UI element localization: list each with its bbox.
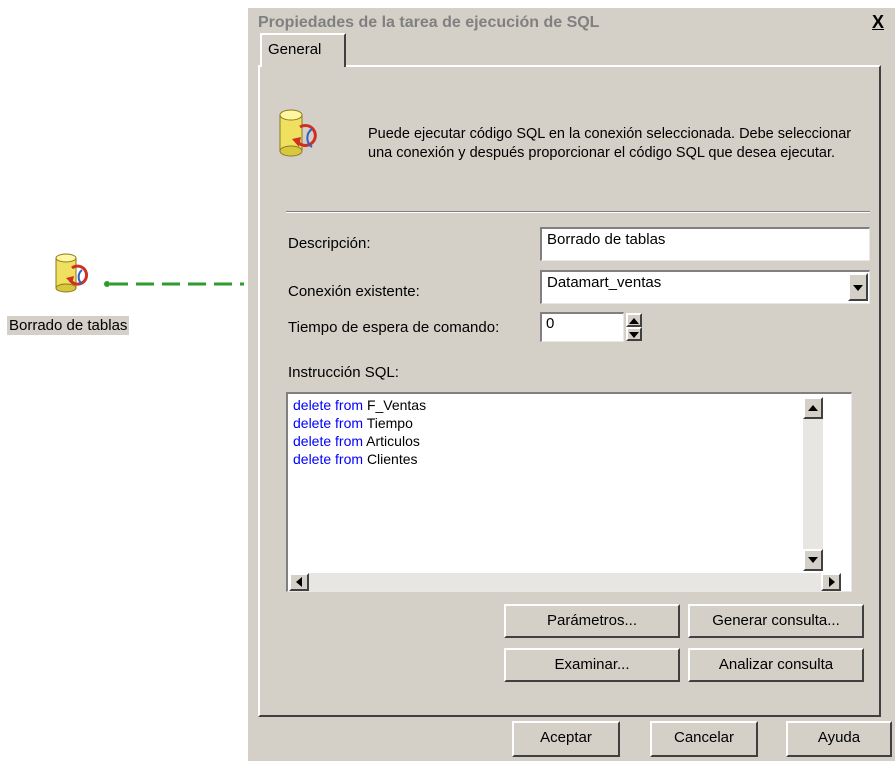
cancelar-button[interactable]: Cancelar (650, 721, 758, 757)
analizar-consulta-button[interactable]: Analizar consulta (688, 648, 864, 682)
task-label[interactable]: Borrado de tablas (7, 316, 130, 335)
examinar-button[interactable]: Examinar... (504, 648, 680, 682)
scroll-up-button[interactable] (803, 397, 823, 419)
sql-task-info-icon (276, 107, 322, 163)
descripcion-input[interactable]: Borrado de tablas (540, 227, 870, 261)
parametros-button[interactable]: Parámetros... (504, 604, 680, 638)
arrow-down-icon (808, 557, 818, 563)
info-description: Puede ejecutar código SQL en la conexión… (368, 126, 852, 161)
tiempo-label: Tiempo de espera de comando: (288, 319, 500, 336)
ayuda-button[interactable]: Ayuda (786, 721, 892, 757)
sql-keyword: delete from (293, 415, 364, 431)
separator (286, 211, 870, 213)
sql-horizontal-scrollbar[interactable] (289, 573, 841, 591)
scroll-left-button[interactable] (289, 573, 309, 591)
properties-dialog: Propiedades de la tarea de ejecución de … (246, 8, 895, 761)
descripcion-label: Descripción: (288, 235, 371, 252)
sql-task-icon[interactable] (52, 250, 92, 298)
tiempo-spin-input[interactable]: 0 (540, 312, 624, 342)
sql-line: delete from Tiempo (293, 415, 413, 431)
scroll-down-button[interactable] (803, 549, 823, 571)
close-button[interactable]: X (872, 12, 884, 33)
sql-keyword: delete from (293, 397, 364, 413)
tab-general[interactable]: General (260, 33, 346, 67)
arrow-up-icon (629, 318, 639, 324)
sql-table: F_Ventas (366, 397, 427, 413)
arrow-right-icon (829, 577, 835, 587)
tab-general-label: General (268, 41, 322, 58)
sql-keyword: delete from (293, 451, 364, 467)
sql-table: Tiempo (366, 415, 413, 431)
generar-consulta-button[interactable]: Generar consulta... (688, 604, 864, 638)
chevron-down-icon (853, 285, 863, 291)
arrow-up-icon (808, 405, 818, 411)
sql-line: delete from F_Ventas (293, 397, 426, 413)
dialog-title: Propiedades de la tarea de ejecución de … (258, 14, 600, 31)
sql-label: Instrucción SQL: (288, 364, 399, 381)
sql-keyword: delete from (293, 433, 364, 449)
conexion-select-value: Datamart_ventas (547, 274, 662, 291)
sql-table: Articulos (366, 433, 420, 449)
tiempo-spin-up[interactable] (626, 313, 642, 327)
arrow-down-icon (629, 332, 639, 338)
conexion-select[interactable]: Datamart_ventas (540, 270, 870, 304)
sql-line: delete from Articulos (293, 433, 420, 449)
sql-editor[interactable]: delete from F_Ventas delete from Tiempo … (286, 392, 852, 592)
workflow-connector (104, 281, 244, 287)
conexion-dropdown-button[interactable] (848, 273, 868, 301)
sql-vertical-scrollbar[interactable] (803, 397, 823, 571)
conexion-label: Conexión existente: (288, 283, 420, 300)
tiempo-spin-down[interactable] (626, 327, 642, 341)
scroll-right-button[interactable] (821, 573, 841, 591)
aceptar-button[interactable]: Aceptar (512, 721, 620, 757)
arrow-left-icon (296, 577, 302, 587)
sql-line: delete from Clientes (293, 451, 418, 467)
sql-table: Clientes (366, 451, 418, 467)
